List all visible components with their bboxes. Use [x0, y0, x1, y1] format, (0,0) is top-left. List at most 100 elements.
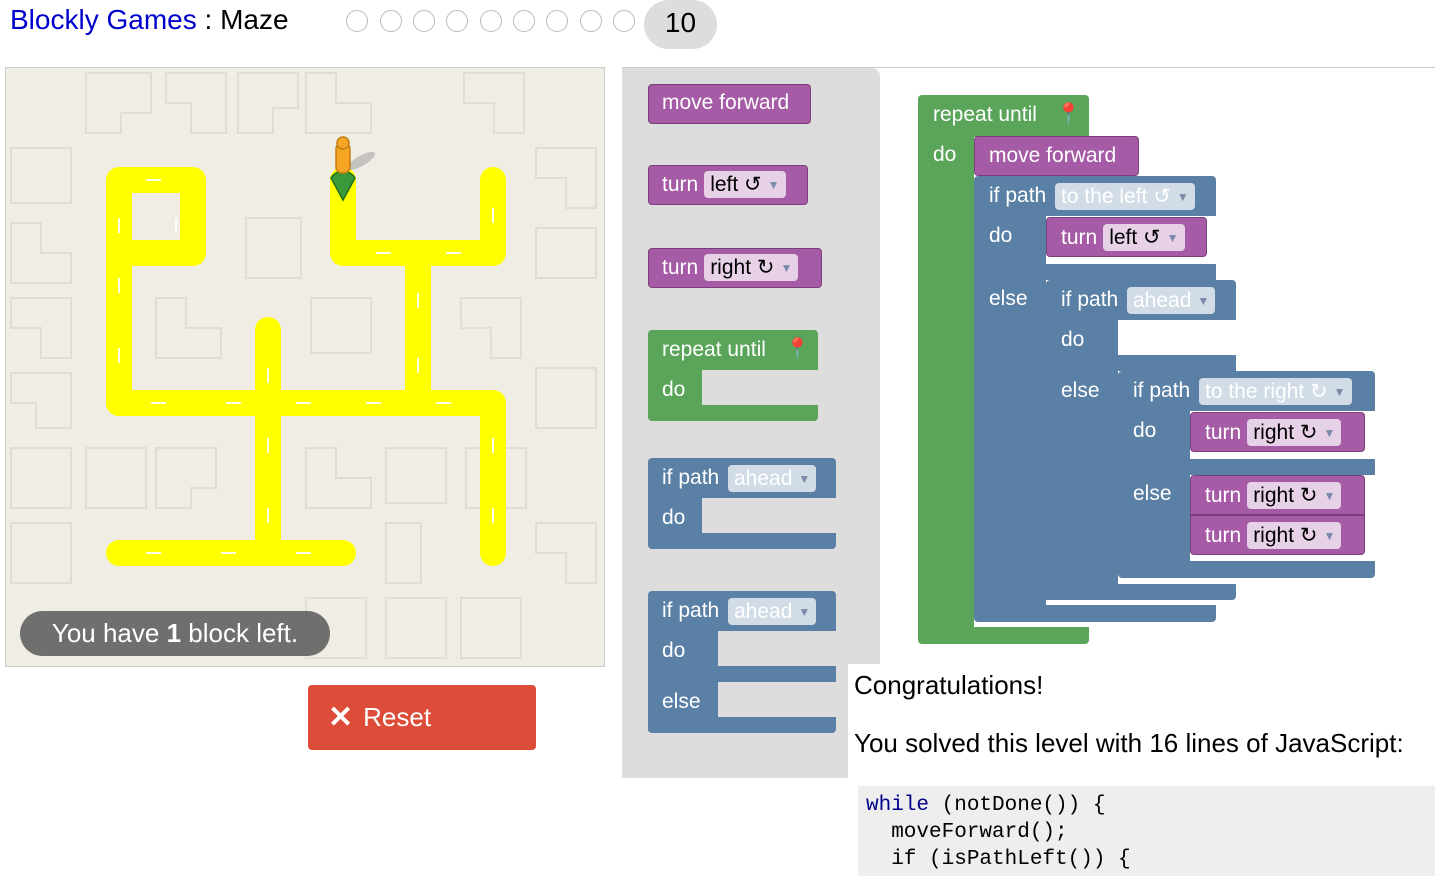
- map-pin-icon: 📍: [785, 338, 810, 360]
- close-icon: ✕: [328, 701, 354, 734]
- do-label: do: [989, 224, 1013, 247]
- do-label: do: [662, 639, 686, 662]
- map-pin-icon: 📍: [1056, 103, 1081, 125]
- program-turn-right-block[interactable]: turn right ↻ ▼: [1190, 475, 1365, 515]
- maze-wall-tiles: [10, 72, 597, 659]
- turn-direction-dropdown[interactable]: right ↻ ▼: [1247, 419, 1342, 446]
- block-bottom: [974, 605, 1216, 622]
- program-turn-right-block[interactable]: turn right ↻ ▼: [1190, 515, 1365, 555]
- game-name: Maze: [220, 4, 289, 35]
- path-direction-dropdown[interactable]: to the right ↻ ▼: [1199, 378, 1352, 405]
- program-turn-left-block[interactable]: turn left ↺ ▼: [1046, 217, 1207, 257]
- do-label: do: [933, 143, 957, 166]
- toolbox-turn-left-block[interactable]: turn left ↺ ▼: [648, 165, 808, 205]
- do-label: do: [1133, 419, 1157, 442]
- turn-direction-dropdown[interactable]: left ↺ ▼: [704, 171, 786, 198]
- chevron-down-icon: ▼: [1197, 293, 1210, 308]
- else-label: else: [1061, 379, 1100, 402]
- level-3-dot[interactable]: [413, 10, 435, 32]
- reset-label: Reset: [363, 702, 432, 732]
- block-label: turn: [1205, 524, 1242, 547]
- blockly-games-link[interactable]: Blockly Games: [10, 4, 197, 35]
- else-label: else: [989, 287, 1028, 310]
- dropdown-value: left ↺: [1109, 226, 1161, 249]
- dropdown-value: ahead: [734, 467, 793, 490]
- path-direction-dropdown[interactable]: ahead ▼: [1127, 287, 1216, 314]
- block-label: turn: [1061, 226, 1098, 249]
- block-label: repeat until: [662, 338, 766, 361]
- else-label: else: [1133, 482, 1172, 505]
- level-1-dot[interactable]: [346, 10, 368, 32]
- chevron-down-icon: ▼: [798, 471, 811, 486]
- block-label: if path: [1133, 379, 1191, 402]
- toolbox-move-forward-block[interactable]: move forward: [648, 84, 811, 124]
- dropdown-value: right ↻: [1253, 484, 1318, 507]
- do-label: do: [1061, 328, 1085, 351]
- code-line: (notDone()) {: [929, 794, 1106, 817]
- chevron-down-icon: ▼: [1176, 189, 1189, 204]
- do-label: do: [662, 506, 686, 529]
- toolbox-turn-right-block[interactable]: turn right ↻ ▼: [648, 248, 822, 288]
- chevron-down-icon: ▼: [798, 604, 811, 619]
- dropdown-value: to the right ↻: [1205, 380, 1328, 403]
- block-label: turn: [1205, 484, 1242, 507]
- reset-button[interactable]: ✕ Reset: [308, 685, 536, 750]
- level-6-dot[interactable]: [513, 10, 535, 32]
- capacity-count: 1: [166, 618, 182, 648]
- turn-direction-dropdown[interactable]: right ↻ ▼: [704, 254, 799, 281]
- chevron-down-icon: ▼: [767, 177, 780, 192]
- dropdown-value: right ↻: [1253, 524, 1318, 547]
- code-keyword: while: [866, 794, 930, 817]
- page-title: Blockly Games : Maze: [10, 4, 289, 36]
- solved-text: You solved this level with 16 lines of J…: [854, 728, 1404, 758]
- title-separator: :: [196, 4, 221, 35]
- chevron-down-icon: ▼: [1323, 528, 1336, 543]
- block-label: repeat until: [933, 103, 1037, 126]
- path-direction-dropdown[interactable]: ahead ▼: [728, 465, 817, 492]
- congrats-text: Congratulations!: [854, 670, 1044, 700]
- turn-direction-dropdown[interactable]: right ↻ ▼: [1247, 522, 1342, 549]
- turn-direction-dropdown[interactable]: right ↻ ▼: [1247, 482, 1342, 509]
- level-8-dot[interactable]: [580, 10, 602, 32]
- turn-direction-dropdown[interactable]: left ↺ ▼: [1103, 224, 1185, 251]
- dropdown-value: to the left ↺: [1061, 185, 1171, 208]
- chevron-down-icon: ▼: [1166, 230, 1179, 245]
- code-line: if (isPathLeft()) {: [866, 848, 1131, 871]
- block-label: if path: [662, 599, 720, 622]
- program-move-forward-block[interactable]: move forward: [974, 136, 1139, 176]
- block-middle: [648, 666, 836, 682]
- block-label: turn: [662, 173, 699, 196]
- code-line: moveForward();: [866, 821, 1068, 844]
- block-label: move forward: [989, 144, 1117, 167]
- block-middle: [974, 264, 1216, 280]
- capacity-prefix: You have: [51, 618, 167, 648]
- block-bottom: [918, 627, 1089, 644]
- chevron-down-icon: ▼: [1323, 488, 1336, 503]
- path-direction-dropdown[interactable]: ahead ▼: [728, 598, 817, 625]
- block-bottom: [1118, 561, 1375, 578]
- capacity-bubble: You have 1 block left.: [20, 611, 330, 656]
- block-bottom: [648, 533, 836, 549]
- block-middle: [1118, 459, 1375, 475]
- level-5-dot[interactable]: [480, 10, 502, 32]
- block-middle: [1046, 355, 1236, 371]
- level-4-dot[interactable]: [446, 10, 468, 32]
- maze-canvas: [5, 67, 605, 667]
- current-level-badge[interactable]: 10: [644, 0, 717, 49]
- block-bottom: [648, 405, 818, 421]
- program-turn-right-block[interactable]: turn right ↻ ▼: [1190, 412, 1365, 452]
- block-label: if path: [662, 466, 720, 489]
- dropdown-value: right ↻: [1253, 421, 1318, 444]
- level-9-dot[interactable]: [613, 10, 635, 32]
- chevron-down-icon: ▼: [1333, 384, 1346, 399]
- dropdown-value: ahead: [734, 600, 793, 623]
- level-2-dot[interactable]: [380, 10, 402, 32]
- path-direction-dropdown[interactable]: to the left ↺ ▼: [1055, 183, 1195, 210]
- do-label: do: [662, 378, 686, 401]
- block-label: turn: [1205, 421, 1242, 444]
- level-7-dot[interactable]: [546, 10, 568, 32]
- dropdown-value: right ↻: [710, 256, 775, 279]
- block-label: turn: [662, 256, 699, 279]
- capacity-suffix: block left.: [181, 618, 299, 648]
- block-bottom: [1046, 584, 1236, 600]
